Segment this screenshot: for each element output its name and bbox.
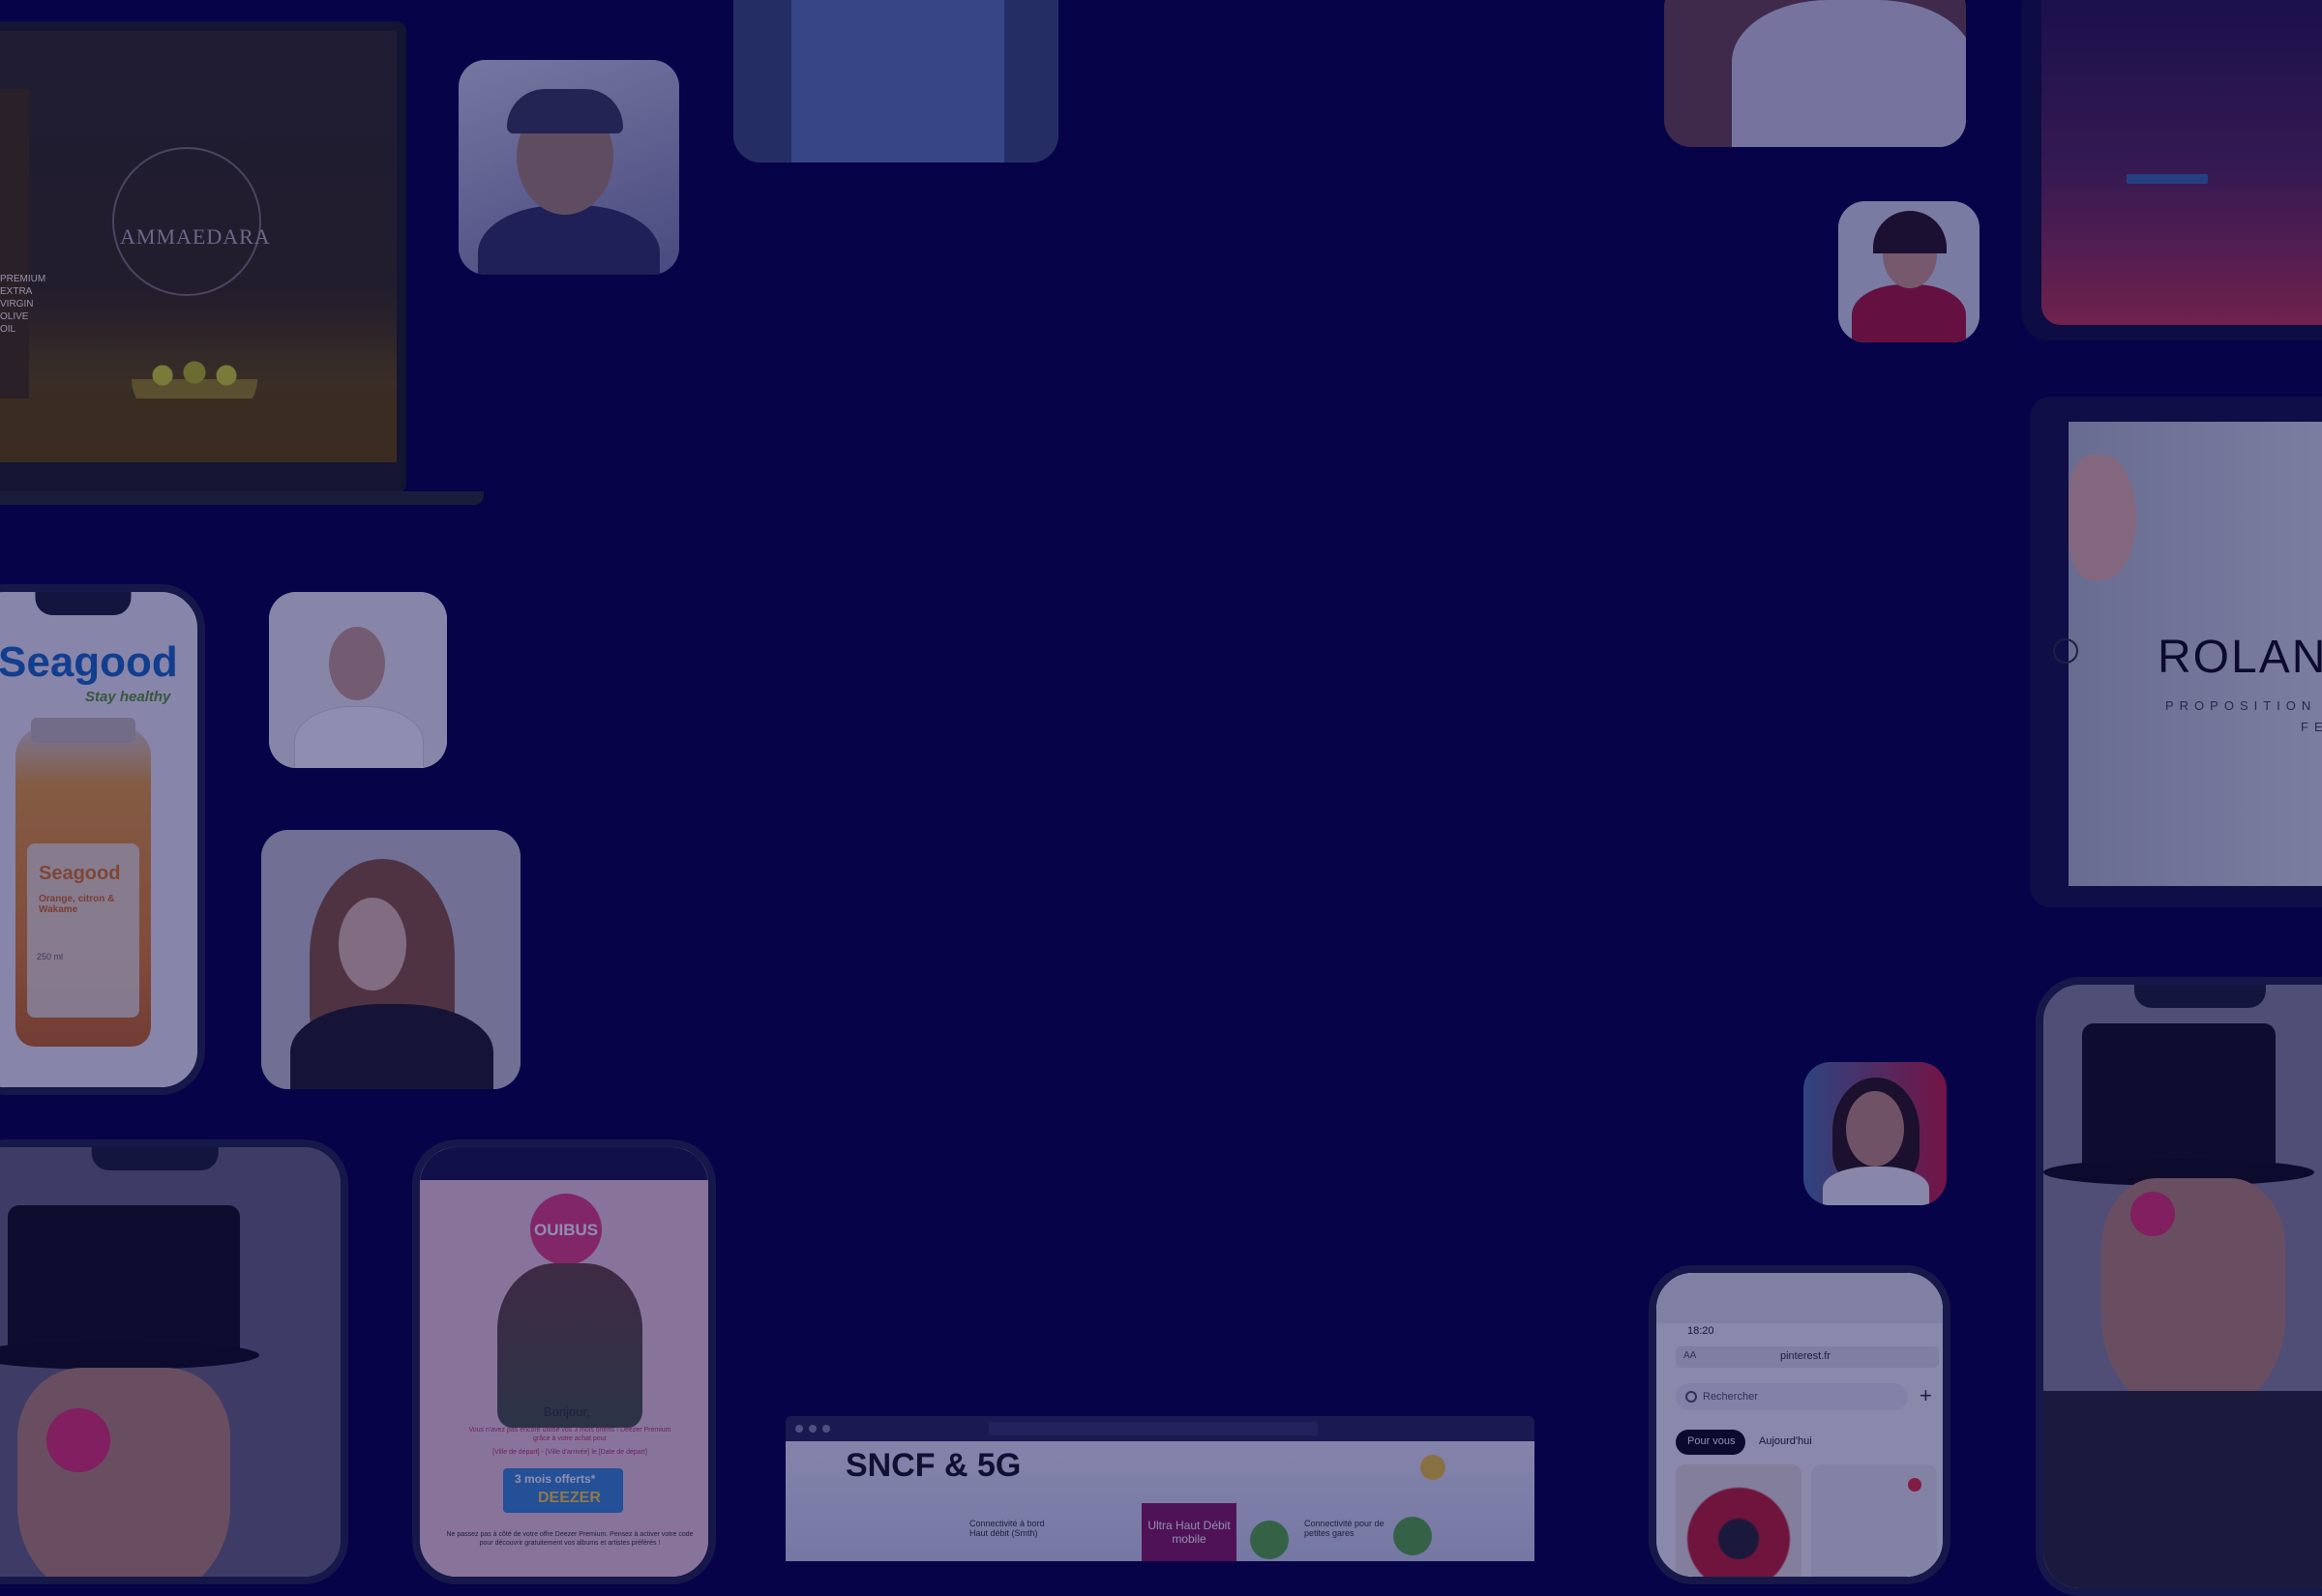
olives [141,358,248,387]
avatar-woman-redhair [261,830,521,1089]
phone-ouibus: OUIBUS Bonjour, Vous n'avez pas encore u… [412,1139,716,1584]
laptop-screen: AMMAEDARA PREMIUM EXTRA VIRGIN OLIVE OIL [0,31,397,462]
phone-tophat-right [2036,977,2322,1596]
tablet-app-screen [2022,0,2322,340]
phone-pinterest: 18:20 AA pinterest.fr Rechercher + Pour … [1649,1265,1950,1584]
phone-tophat-left [0,1139,348,1584]
wooden-table [0,399,397,462]
laptop-mockup: AMMAEDARA PREMIUM EXTRA VIRGIN OLIVE OIL [0,21,484,505]
avatar-top-right [1664,0,1966,147]
laptop-brand: AMMAEDARA [120,224,271,249]
olive-oil-bottle [0,89,29,437]
phone-seagood: Seagood Stay healthy Seagood Orange, cit… [0,584,205,1095]
ammaedara-emblem [112,147,261,296]
laptop-side-text: PREMIUM EXTRA VIRGIN OLIVE OIL [0,274,46,335]
avatar-man-cap [459,60,679,275]
avatar-woman-smile [1803,1062,1947,1205]
avatar-bald-man [269,592,447,768]
avatar-man-shirt [733,0,1058,163]
tablet-rolan: ROLAN PROPOSITION FEB [2030,397,2322,907]
avatar-woman-red [1838,201,1980,342]
browser-sncf: SNCF & 5G Connectivité à bord Haut débit… [786,1416,1534,1561]
laptop-base [0,491,484,505]
